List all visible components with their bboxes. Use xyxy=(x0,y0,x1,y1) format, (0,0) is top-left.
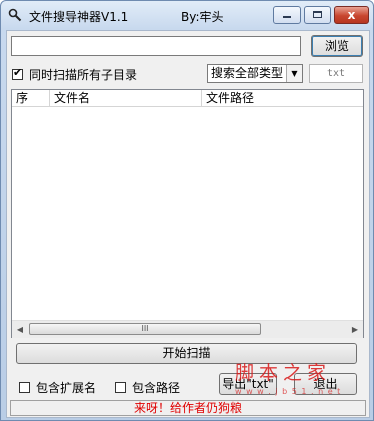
title-bar[interactable]: 文件搜导神器V1.1 By:牢头 x xyxy=(1,1,373,29)
scan-subdirs-label: 同时扫描所有子目录 xyxy=(29,68,138,82)
maximize-button[interactable] xyxy=(304,6,331,24)
minimize-icon xyxy=(283,16,291,18)
results-list[interactable]: 序 文件名 文件路径 ◀ III ▶ xyxy=(11,89,364,338)
main-panel: 浏览 ✔ 同时扫描所有子目录 搜索全部类型 ▼ txt 序 文件名 文件路径 ◀… xyxy=(6,30,370,418)
maximize-icon xyxy=(313,11,322,18)
close-button[interactable]: x xyxy=(334,6,369,24)
status-bar: 来呀！给作者仍狗粮 xyxy=(10,400,366,416)
horizontal-scrollbar[interactable]: ◀ III ▶ xyxy=(12,320,363,338)
include-path-option[interactable]: 包含路径 xyxy=(115,379,180,396)
app-window: 文件搜导神器V1.1 By:牢头 x 浏览 ✔ 同时扫描所有子目录 搜索全部类型… xyxy=(0,0,374,421)
scroll-right-icon[interactable]: ▶ xyxy=(347,321,363,338)
checkmark-icon: ✔ xyxy=(13,66,23,79)
file-type-selected: 搜索全部类型 xyxy=(211,66,284,80)
chevron-down-icon[interactable]: ▼ xyxy=(286,65,302,82)
file-type-select[interactable]: 搜索全部类型 ▼ xyxy=(207,64,303,83)
column-header-filepath[interactable]: 文件路径 xyxy=(202,90,363,106)
include-path-checkbox[interactable] xyxy=(115,382,126,393)
browse-button[interactable]: 浏览 xyxy=(311,35,363,57)
export-txt-button[interactable]: 导出"txt" xyxy=(219,373,277,395)
scrollbar-thumb[interactable]: III xyxy=(29,323,261,335)
column-header-filename[interactable]: 文件名 xyxy=(50,90,202,106)
include-path-label: 包含路径 xyxy=(132,381,181,395)
exit-button[interactable]: 退出 xyxy=(294,373,357,395)
include-ext-label: 包含扩展名 xyxy=(36,381,97,395)
include-ext-checkbox[interactable] xyxy=(19,382,30,393)
minimize-button[interactable] xyxy=(273,6,301,24)
scan-subdirs-checkbox[interactable]: ✔ xyxy=(12,66,23,80)
close-icon: x xyxy=(347,8,356,22)
window-title: 文件搜导神器V1.1 xyxy=(29,10,129,24)
scan-subdirs-option[interactable]: ✔ 同时扫描所有子目录 xyxy=(12,66,137,83)
column-header-index[interactable]: 序 xyxy=(12,90,50,106)
include-ext-option[interactable]: 包含扩展名 xyxy=(19,379,96,396)
extension-input[interactable]: txt xyxy=(309,64,363,83)
start-scan-button[interactable]: 开始扫描 xyxy=(16,343,357,364)
search-tool-icon xyxy=(8,8,22,22)
results-header: 序 文件名 文件路径 xyxy=(12,90,363,107)
folder-path-input[interactable] xyxy=(11,36,301,56)
window-author: By:牢头 xyxy=(181,10,224,24)
scroll-left-icon[interactable]: ◀ xyxy=(12,321,28,338)
